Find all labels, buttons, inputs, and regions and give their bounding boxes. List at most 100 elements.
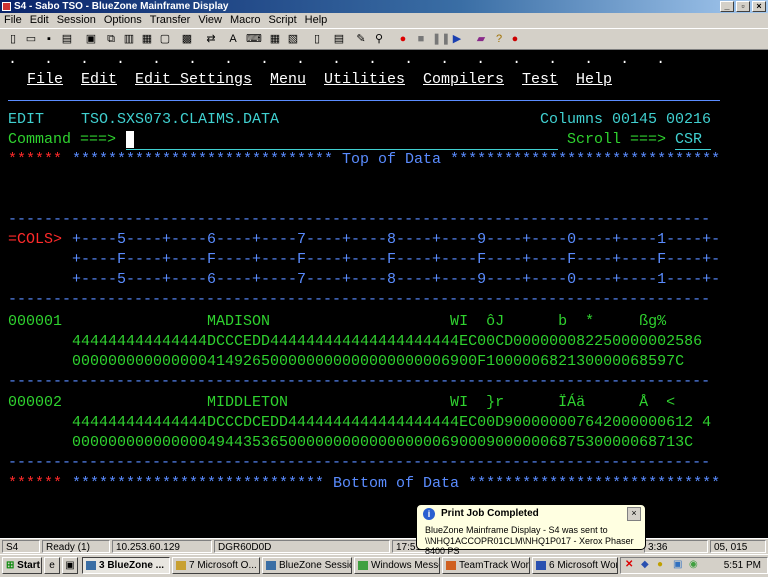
taskbar-item-bluezone[interactable]: 3 BlueZone ... (82, 557, 170, 574)
title-bar: S4 - Sabo TSO - BlueZone Mainframe Displ… (0, 0, 768, 13)
menu-file[interactable]: File (0, 13, 26, 28)
menu-edit[interactable]: Edit (26, 13, 53, 28)
bottom-prefix: ****** (8, 475, 63, 492)
menu-help[interactable]: Help (301, 13, 332, 28)
text-cursor (126, 131, 134, 148)
copy-icon[interactable]: ⧉ (104, 32, 118, 46)
taskbar: ⊞ Start e ▣ 3 BlueZone ... 7 Microsoft O… (0, 554, 768, 577)
status-session: S4 (2, 540, 40, 553)
terminal-menu-utilities[interactable]: Utilities (324, 70, 405, 90)
cols-ruler-1: +----5----+----6----+----7----+----8----… (72, 231, 721, 248)
separator-line: ----------------------------------------… (8, 373, 712, 390)
outlook-icon (176, 561, 186, 570)
menu-macro[interactable]: Macro (226, 13, 265, 28)
menu-transfer[interactable]: Transfer (146, 13, 195, 28)
scroll-value-input[interactable]: CSR (675, 130, 702, 150)
record-number[interactable]: 000002 (8, 393, 62, 413)
taskbar-item-messenger[interactable]: Windows Messe... (354, 557, 440, 574)
taskbar-item-outlook[interactable]: 7 Microsoft O... (172, 557, 260, 574)
top-of-data: ***************************** Top of Dat… (72, 151, 720, 168)
top-prefix: ****** (8, 151, 63, 168)
scroll-label: Scroll ===> (567, 131, 667, 148)
map-icon[interactable]: ▧ (286, 32, 300, 46)
terminal-dots: . . . . . . . . . . . . . . . . . . . (8, 51, 666, 68)
keyboard-icon[interactable]: ⌨ (246, 32, 262, 46)
find-icon[interactable]: ⚲ (372, 32, 386, 46)
terminal-menu-edit-settings[interactable]: Edit_Settings (135, 70, 252, 90)
grid-icon[interactable]: ▦ (268, 32, 282, 46)
minimize-button[interactable]: _ (720, 1, 734, 12)
document-icon[interactable]: ▯ (310, 32, 324, 46)
close-button[interactable]: × (752, 1, 766, 12)
play-icon[interactable]: ▶ (450, 32, 464, 46)
transfer-icon[interactable]: ⇄ (204, 32, 218, 46)
toolbar: ▯ ▭ ▪ ▤ ▣ ⧉ ▥ ▦ ▢ ▩ ⇄ A ⌨ ▦ ▧ ▯ ▤ ✎ ⚲ ● … (0, 28, 768, 50)
terminal-menu-file[interactable]: File (27, 70, 63, 90)
terminal-menu-help[interactable]: Help (576, 70, 612, 90)
taskbar-item-word[interactable]: 6 Microsoft Word (532, 557, 618, 574)
new-icon[interactable]: ▯ (6, 32, 20, 46)
record-hex-digit[interactable]: 0000000000000004149265000000000000000000… (72, 352, 720, 372)
separator-line: ----------------------------------------… (8, 291, 712, 308)
restore-button[interactable]: ▫ (736, 1, 750, 12)
print-icon[interactable]: ▤ (60, 32, 74, 46)
taskbar-item-bluezone-session[interactable]: BlueZone Sessio... (262, 557, 352, 574)
menu-script[interactable]: Script (265, 13, 301, 28)
menu-options[interactable]: Options (100, 13, 146, 28)
edit-script-icon[interactable]: ✎ (354, 32, 368, 46)
network-icon[interactable]: ▣ (673, 559, 682, 570)
quicklaunch-desktop-icon[interactable]: ▣ (62, 557, 78, 574)
terminal-menu-edit[interactable]: Edit (81, 70, 117, 90)
dataset-name: TSO.SXS073.CLAIMS.DATA (81, 111, 280, 128)
record-hex-digit[interactable]: 0000000000000004944353650000000000000000… (72, 433, 720, 453)
terminal-menu-menu[interactable]: Menu (270, 70, 306, 90)
record-icon[interactable]: ● (396, 32, 410, 46)
command-label: Command ===> (8, 131, 117, 148)
quicklaunch-browser-icon[interactable]: e (44, 557, 60, 574)
status-clock: 3:36 (644, 540, 708, 553)
pause-icon[interactable]: ❚❚ (432, 32, 450, 46)
book-icon[interactable]: ▰ (474, 32, 488, 46)
app-icon[interactable] (2, 2, 11, 11)
printer-icon[interactable]: ▦ (140, 32, 154, 46)
record-number[interactable]: 000001 (8, 312, 62, 332)
taskbar-item-teamtrack[interactable]: TeamTrack Wor... (442, 557, 530, 574)
cols-ruler-2: +----F----+----F----+----F----+----F----… (72, 251, 721, 268)
menu-bar: File Edit Session Options Transfer View … (0, 13, 768, 28)
notification-title: Print Job Completed (441, 508, 539, 519)
record-hex-zone[interactable]: 444444444444444DCCCEDD444444444444444444… (72, 332, 720, 352)
cols-label: =COLS> (8, 231, 63, 248)
record-text[interactable]: MIDDLETON WI }r ÏÁä Å < (72, 393, 720, 413)
shield-icon[interactable]: ◆ (641, 559, 649, 570)
system-tray: ✕ ◆ ● ▣ ◉ 5:51 PM (620, 557, 768, 574)
macro-icon[interactable]: ▤ (332, 32, 346, 46)
session-icon[interactable]: ▣ (84, 32, 98, 46)
printer-error-icon[interactable]: ✕ (625, 559, 633, 570)
stop-icon[interactable]: ■ (414, 32, 428, 46)
terminal-menu-test[interactable]: Test (522, 70, 558, 90)
separator-line: ----------------------------------------… (8, 454, 712, 471)
info-icon: i (423, 508, 435, 520)
bluezone-icon (86, 561, 96, 570)
screen-icon[interactable]: ▢ (158, 32, 172, 46)
bottom-of-data: **************************** Bottom of D… (72, 475, 720, 492)
display-icon[interactable]: ▩ (180, 32, 194, 46)
notification-balloon[interactable]: i Print Job Completed × BlueZone Mainfra… (416, 504, 646, 556)
font-icon[interactable]: A (226, 32, 240, 46)
notification-close-button[interactable]: × (627, 507, 641, 521)
terminal-menu-compilers[interactable]: Compilers (423, 70, 504, 90)
terminal-screen[interactable]: . . . . . . . . . . . . . . . . . . . Fi… (0, 50, 768, 538)
record-hex-zone[interactable]: 444444444444444DCCCDCEDD4444444444444444… (72, 413, 720, 433)
paste-icon[interactable]: ▥ (122, 32, 136, 46)
open-icon[interactable]: ▭ (24, 32, 38, 46)
start-button[interactable]: ⊞ Start (2, 557, 42, 574)
messenger-tray-icon[interactable]: ● (657, 559, 663, 570)
record-text[interactable]: MADISON WI ôJ b * ßg% (72, 312, 720, 332)
antivirus-icon[interactable]: ◉ (689, 559, 698, 570)
menu-session[interactable]: Session (53, 13, 100, 28)
menu-view[interactable]: View (194, 13, 226, 28)
bomb-icon[interactable]: ● (508, 32, 522, 46)
clock[interactable]: 5:51 PM (724, 559, 761, 573)
save-icon[interactable]: ▪ (42, 32, 56, 46)
help-icon[interactable]: ? (492, 32, 506, 46)
